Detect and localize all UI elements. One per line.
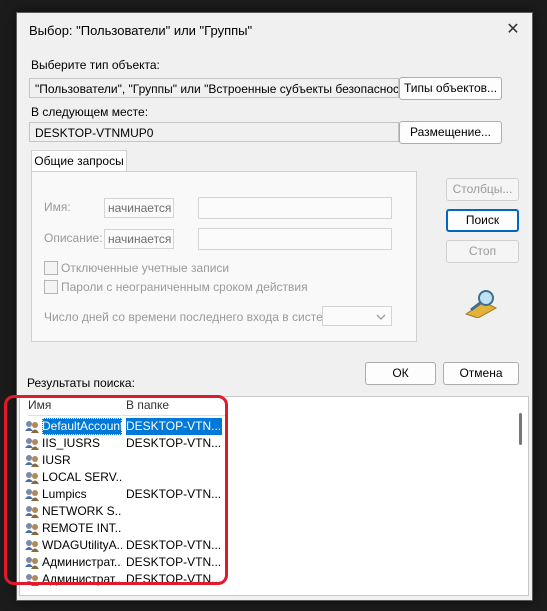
row-name: IIS_IUSRS bbox=[42, 436, 101, 450]
description-mode-select[interactable]: начинается с bbox=[104, 229, 174, 249]
search-results-list[interactable]: Имя В папке DefaultAccount DESKTOP-VTN...… bbox=[19, 396, 529, 596]
title-bar: Выбор: "Пользователи" или "Группы" ✕ bbox=[17, 13, 532, 47]
user-group-icon bbox=[24, 470, 40, 485]
row-folder: DESKTOP-VTN... bbox=[126, 487, 222, 501]
object-type-field: "Пользователи", "Группы" или "Встроенные… bbox=[29, 78, 399, 98]
row-folder: DESKTOP-VTN... bbox=[126, 555, 222, 569]
table-row[interactable]: IIS_IUSRS DESKTOP-VTN... bbox=[24, 435, 484, 452]
tab-common-queries[interactable]: Общие запросы bbox=[31, 150, 127, 172]
locations-button[interactable]: Размещение... bbox=[399, 121, 502, 144]
user-group-icon bbox=[24, 504, 40, 519]
select-users-dialog: Выбор: "Пользователи" или "Группы" ✕ Выб… bbox=[16, 12, 533, 601]
row-name: Lumpics bbox=[42, 487, 87, 501]
row-name: IUSR bbox=[42, 453, 71, 467]
table-row[interactable]: Администрат... DESKTOP-VTN... bbox=[24, 554, 484, 571]
user-group-icon bbox=[24, 453, 40, 468]
user-group-icon bbox=[24, 521, 40, 536]
description-input[interactable] bbox=[198, 228, 392, 250]
description-label: Описание: bbox=[44, 231, 103, 245]
row-name: Администрат... bbox=[42, 572, 122, 586]
object-types-button[interactable]: Типы объектов... bbox=[399, 77, 502, 100]
table-row[interactable]: LOCAL SERV... bbox=[24, 469, 484, 486]
disabled-accounts-checkbox[interactable] bbox=[44, 261, 58, 275]
table-row[interactable]: Администрат... DESKTOP-VTN... bbox=[24, 571, 484, 588]
column-header-folder[interactable]: В папке bbox=[126, 397, 226, 416]
row-name: DefaultAccount bbox=[42, 418, 122, 435]
object-type-label: Выберите тип объекта: bbox=[31, 58, 160, 72]
cancel-button[interactable]: Отмена bbox=[443, 362, 519, 385]
close-icon[interactable]: ✕ bbox=[504, 21, 522, 39]
name-input[interactable] bbox=[198, 197, 392, 219]
user-group-icon bbox=[24, 538, 40, 553]
days-since-logon-select[interactable] bbox=[322, 306, 392, 326]
disabled-accounts-label: Отключенные учетные записи bbox=[61, 261, 230, 275]
column-header-name[interactable]: Имя bbox=[28, 397, 126, 416]
name-mode-select[interactable]: начинается с bbox=[104, 198, 174, 218]
stop-button[interactable]: Стоп bbox=[446, 240, 519, 263]
ok-button[interactable]: ОК bbox=[365, 362, 436, 385]
table-row[interactable]: Lumpics DESKTOP-VTN... bbox=[24, 486, 484, 503]
row-folder: DESKTOP-VTN... bbox=[126, 436, 222, 450]
scrollbar-thumb[interactable] bbox=[519, 413, 522, 445]
name-label: Имя: bbox=[44, 200, 71, 214]
row-name: REMOTE INT... bbox=[42, 521, 122, 535]
vertical-scrollbar[interactable] bbox=[516, 399, 526, 593]
search-button[interactable]: Поиск bbox=[446, 209, 519, 232]
location-label: В следующем месте: bbox=[31, 105, 149, 119]
chevron-down-icon bbox=[376, 314, 386, 320]
row-folder: DESKTOP-VTN... bbox=[126, 572, 222, 586]
row-name: WDAGUtilityA... bbox=[42, 538, 122, 552]
table-row[interactable]: WDAGUtilityA... DESKTOP-VTN... bbox=[24, 537, 484, 554]
row-folder: DESKTOP-VTN... bbox=[126, 538, 222, 552]
no-expire-password-label: Пароли с неограниченным сроком действия bbox=[61, 280, 308, 294]
columns-button[interactable]: Столбцы... bbox=[446, 178, 519, 201]
user-group-icon bbox=[24, 487, 40, 502]
row-folder: DESKTOP-VTN... bbox=[126, 418, 222, 435]
no-expire-password-checkbox[interactable] bbox=[44, 280, 58, 294]
row-name: Администрат... bbox=[42, 555, 122, 569]
window-title: Выбор: "Пользователи" или "Группы" bbox=[29, 23, 253, 38]
user-group-icon bbox=[24, 436, 40, 451]
results-label: Результаты поиска: bbox=[27, 376, 135, 390]
row-name: NETWORK S... bbox=[42, 504, 122, 518]
table-row[interactable]: IUSR bbox=[24, 452, 484, 469]
common-queries-panel: Имя: начинается с Описание: начинается с… bbox=[31, 171, 417, 342]
location-field: DESKTOP-VTNMUP0 bbox=[29, 122, 399, 142]
user-group-icon bbox=[24, 419, 40, 434]
table-row[interactable]: REMOTE INT... bbox=[24, 520, 484, 537]
user-group-icon bbox=[24, 555, 40, 570]
days-since-logon-label: Число дней со времени последнего входа в… bbox=[44, 310, 341, 324]
table-row[interactable]: NETWORK S... bbox=[24, 503, 484, 520]
table-row[interactable]: DefaultAccount DESKTOP-VTN... bbox=[24, 418, 484, 435]
row-name: LOCAL SERV... bbox=[42, 470, 122, 484]
search-magnifier-icon bbox=[464, 290, 498, 318]
user-group-icon bbox=[24, 572, 40, 587]
